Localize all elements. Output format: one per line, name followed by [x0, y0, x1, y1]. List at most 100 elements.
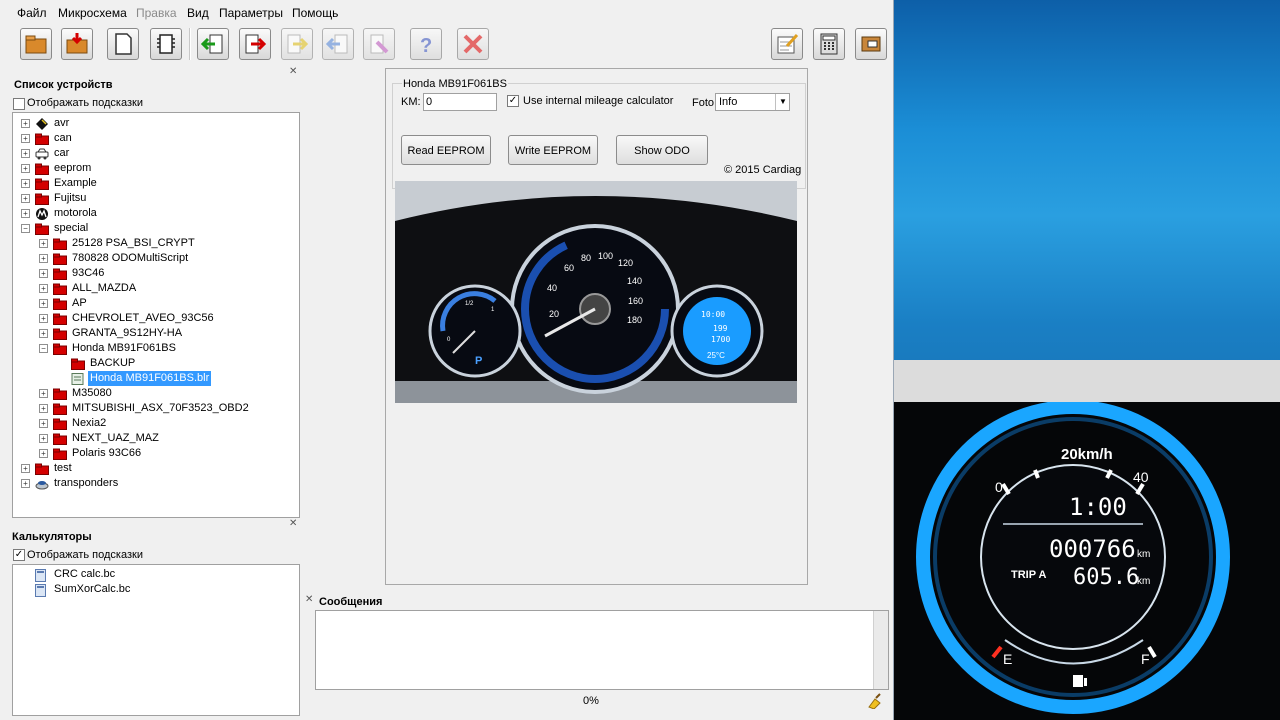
expand-icon[interactable]: + — [21, 179, 30, 188]
tree-item[interactable]: + Polaris 93C66 — [13, 446, 297, 461]
tree-item[interactable]: − Honda MB91F061BS — [13, 341, 297, 356]
calculator-button[interactable] — [813, 28, 845, 60]
expand-icon[interactable]: + — [39, 404, 48, 413]
chevron-down-icon[interactable]: ▼ — [775, 94, 790, 110]
tree-item-label: 93C46 — [72, 267, 105, 279]
expand-icon[interactable]: + — [21, 209, 30, 218]
compare-button[interactable] — [322, 28, 354, 60]
tree-item[interactable]: + eeprom — [13, 161, 297, 176]
tree-item[interactable]: + CHEVROLET_AVEO_93C56 — [13, 311, 297, 326]
folder-icon — [53, 268, 67, 280]
motorola-logo-icon — [36, 208, 48, 220]
messages-log[interactable] — [315, 610, 889, 690]
expand-icon[interactable]: + — [39, 239, 48, 248]
km-input[interactable] — [423, 93, 497, 111]
stop-button[interactable] — [457, 28, 489, 60]
tree-item-label: AP — [72, 297, 87, 309]
tree-item[interactable]: + motorola — [13, 206, 297, 221]
messages-close-icon[interactable]: ✕ — [305, 594, 313, 605]
tree-item[interactable]: − special — [13, 221, 297, 236]
tree-item[interactable]: + AP — [13, 296, 297, 311]
menu-chip[interactable]: Микросхема — [58, 6, 127, 20]
tree-item-label: avr — [54, 117, 70, 129]
tree-item[interactable]: + NEXT_UAZ_MAZ — [13, 431, 297, 446]
menu-view[interactable]: Вид — [187, 6, 209, 20]
tree-item-label: eeprom — [54, 162, 92, 174]
menu-settings[interactable]: Параметры — [219, 6, 283, 20]
expand-icon[interactable]: + — [21, 194, 30, 203]
tree-item[interactable]: + Nexia2 — [13, 416, 297, 431]
expand-icon[interactable]: + — [39, 449, 48, 458]
tree-item-label: Honda MB91F061BS — [72, 342, 176, 354]
tree-item[interactable]: + MITSUBISHI_ASX_70F3523_OBD2 — [13, 401, 297, 416]
erase-button[interactable] — [363, 28, 395, 60]
tree-item-label: BACKUP — [90, 357, 136, 369]
open-button[interactable] — [20, 28, 52, 60]
menu-edit[interactable]: Правка — [136, 6, 177, 20]
tree-item[interactable]: + Example — [13, 176, 297, 191]
devices-panel-close-icon[interactable]: ✕ — [289, 66, 297, 77]
expand-icon[interactable]: + — [39, 299, 48, 308]
expand-icon[interactable]: + — [39, 329, 48, 338]
new-file-button[interactable] — [107, 28, 139, 60]
calc-hints-checkbox[interactable]: ✓ — [13, 549, 25, 561]
expand-icon[interactable]: + — [39, 389, 48, 398]
expand-icon[interactable]: + — [39, 269, 48, 278]
tree-item[interactable]: +25128 PSA_BSI_CRYPT — [13, 236, 297, 251]
expand-icon[interactable]: + — [21, 164, 30, 173]
menu-file[interactable]: Файл — [17, 6, 47, 20]
notepad-icon — [777, 33, 799, 54]
save-button[interactable] — [61, 28, 93, 60]
mileage-calc-checkbox[interactable]: ✓ — [507, 95, 519, 107]
tree-item-label: GRANTA_9S12HY-HA — [72, 327, 183, 339]
write-chip-button[interactable] — [239, 28, 271, 60]
help-button[interactable]: ? — [410, 28, 442, 60]
collapse-icon[interactable]: − — [21, 224, 30, 233]
expand-icon[interactable]: + — [39, 314, 48, 323]
read-eeprom-button[interactable]: Read EEPROM — [401, 135, 491, 165]
tree-item[interactable]: + Fujitsu — [13, 191, 297, 206]
messages-scrollbar[interactable] — [873, 611, 888, 689]
tree-item[interactable]: + GRANTA_9S12HY-HA — [13, 326, 297, 341]
tree-item[interactable]: + avr — [13, 116, 297, 131]
tree-item[interactable]: + can — [13, 131, 297, 146]
collapse-icon[interactable]: − — [39, 344, 48, 353]
expand-icon[interactable]: + — [21, 134, 30, 143]
chip-button[interactable] — [150, 28, 182, 60]
clear-broom-icon[interactable] — [866, 693, 882, 709]
expand-icon[interactable]: + — [21, 119, 30, 128]
mileage-calc-label: Use internal mileage calculator — [523, 95, 674, 107]
tree-item-selected[interactable]: Honda MB91F061BS.blr — [13, 371, 297, 386]
tree-item[interactable]: + transponders — [13, 476, 297, 491]
expand-icon[interactable]: + — [21, 464, 30, 473]
folder-icon — [53, 283, 67, 295]
expand-icon[interactable]: + — [39, 419, 48, 428]
tree-item[interactable]: +780828 ODOMultiScript — [13, 251, 297, 266]
tree-item[interactable]: + ALL_MAZDA — [13, 281, 297, 296]
menu-help[interactable]: Помощь — [292, 6, 338, 20]
expand-icon[interactable]: + — [21, 479, 30, 488]
tree-item[interactable]: + car — [13, 146, 297, 161]
devices-hints-checkbox[interactable] — [13, 98, 25, 110]
calc-panel-close-icon[interactable]: ✕ — [289, 518, 297, 529]
exit-button[interactable] — [855, 28, 887, 60]
blank-page-icon — [115, 33, 132, 55]
notes-button[interactable] — [771, 28, 803, 60]
verify-button[interactable] — [281, 28, 313, 60]
foto-select[interactable]: Info ▼ — [715, 93, 790, 111]
read-chip-button[interactable] — [197, 28, 229, 60]
cluster-fuel-f: F — [1141, 651, 1150, 667]
tree-item[interactable]: BACKUP — [13, 356, 297, 371]
expand-icon[interactable]: + — [21, 149, 30, 158]
tree-item[interactable]: + M35080 — [13, 386, 297, 401]
tree-item-label: special — [54, 222, 89, 234]
tree-item[interactable]: + test — [13, 461, 297, 476]
show-odo-button[interactable]: Show ODO — [616, 135, 708, 165]
write-eeprom-button[interactable]: Write EEPROM — [508, 135, 598, 165]
expand-icon[interactable]: + — [39, 284, 48, 293]
expand-icon[interactable]: + — [39, 254, 48, 263]
menu-bar: Файл Микросхема Правка Вид Параметры Пом… — [0, 4, 893, 22]
tree-item[interactable]: +93C46 — [13, 266, 297, 281]
calculators-list: CRC calc.bc SumXorCalc.bc — [12, 564, 300, 716]
expand-icon[interactable]: + — [39, 434, 48, 443]
